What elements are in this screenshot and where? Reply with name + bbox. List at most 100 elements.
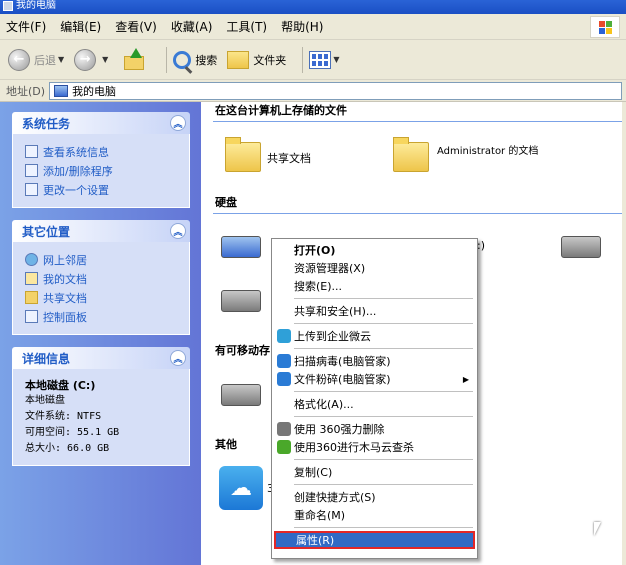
menu-item-icon (277, 372, 291, 386)
menu-bar: 文件(F) 编辑(E) 查看(V) 收藏(A) 工具(T) 帮助(H) (0, 14, 626, 40)
admin-docs-label[interactable]: Administrator 的文档 (437, 142, 557, 157)
network-places-link[interactable]: 网上邻居 (25, 250, 181, 269)
folder-icon[interactable] (225, 137, 261, 172)
context-menu-item[interactable]: 复制(C) (274, 463, 475, 481)
my-documents-link[interactable]: 我的文档 (25, 269, 181, 288)
context-menu-label: 属性(R) (296, 534, 335, 547)
my-computer-icon (3, 1, 13, 11)
window-border (622, 102, 626, 565)
programs-icon (25, 164, 38, 177)
drive-icon[interactable] (221, 290, 261, 312)
folders-button[interactable]: 文件夹 (227, 45, 286, 75)
context-menu-label: 搜索(E)... (294, 280, 343, 293)
forward-arrow-icon: → (74, 48, 97, 71)
menu-help[interactable]: 帮助(H) (281, 18, 323, 35)
menu-item-icon (277, 354, 291, 368)
section-other: 其他 (215, 438, 237, 451)
shared-documents-link[interactable]: 共享文档 (25, 288, 181, 307)
detail-total-size: 总大小: 66.0 GB (25, 443, 110, 454)
other-places-header[interactable]: 其它位置 ︽ (12, 220, 190, 242)
context-menu-item[interactable]: 创建快捷方式(S) (274, 488, 475, 506)
mouse-cursor-icon (594, 522, 601, 536)
submenu-arrow-icon: ▶ (462, 374, 469, 384)
removable-drive-icon[interactable] (221, 384, 261, 406)
detail-type: 本地磁盘 (25, 395, 65, 406)
detail-filesystem: 文件系统: NTFS (25, 411, 102, 422)
system-tasks-panel: 系统任务 ︽ 查看系统信息 添加/删除程序 更改一个设置 (12, 112, 190, 208)
context-menu-label: 上传到企业微云 (294, 330, 371, 343)
toolbar-divider (166, 46, 168, 73)
chevron-up-icon[interactable]: ︽ (170, 115, 186, 131)
control-panel-link[interactable]: 控制面板 (25, 307, 181, 326)
context-menu-item[interactable]: 打开(O) (274, 241, 475, 259)
details-header[interactable]: 详细信息 ︽ (12, 347, 190, 369)
task-pane: 系统任务 ︽ 查看系统信息 添加/删除程序 更改一个设置 其它位置 ︽ 网上邻居… (0, 102, 201, 565)
section-hard-disks: 硬盘 (213, 194, 622, 214)
folder-icon (227, 50, 250, 69)
control-panel-icon (25, 310, 38, 323)
context-menu-item[interactable]: 扫描病毒(电脑管家) (274, 352, 475, 370)
chevron-down-icon[interactable]: ▼ (58, 55, 64, 64)
search-label: 搜索 (195, 53, 218, 67)
address-label: 地址(D) (6, 84, 46, 98)
context-menu-item[interactable]: 格式化(A)... (274, 395, 475, 413)
search-button[interactable]: 搜索 (173, 45, 217, 75)
windows-logo-icon (590, 16, 620, 38)
context-menu-item[interactable]: 共享和安全(H)... (274, 302, 475, 320)
section-removable: 有可移动存 (215, 344, 270, 357)
folder-icon (25, 291, 38, 304)
context-menu-item[interactable]: 文件粉碎(电脑管家) ▶ (274, 370, 475, 388)
address-value: 我的电脑 (72, 84, 117, 98)
view-system-info-link[interactable]: 查看系统信息 (25, 142, 181, 161)
context-menu-label: 格式化(A)... (294, 398, 354, 411)
views-button[interactable]: ▼ (309, 45, 339, 75)
up-button[interactable] (118, 45, 150, 75)
control-panel-icon (25, 183, 38, 196)
drive-icon[interactable] (561, 236, 601, 258)
context-menu-item[interactable]: 上传到企业微云 (274, 327, 475, 345)
context-menu-label: 使用 360强力删除 (294, 423, 385, 436)
context-menu-label: 资源管理器(X) (294, 262, 366, 275)
search-icon (173, 50, 192, 69)
context-menu-item[interactable]: 使用 360强力删除 (274, 420, 475, 438)
chevron-up-icon[interactable]: ︽ (170, 223, 186, 239)
detail-free-space: 可用空间: 55.1 GB (25, 427, 120, 438)
context-menu-item[interactable]: 属性(R) (274, 531, 475, 549)
chevron-down-icon[interactable]: ▼ (102, 55, 108, 64)
menu-item-icon (277, 440, 291, 454)
back-label: 后退 (34, 53, 56, 67)
address-input[interactable]: 我的电脑 (49, 81, 622, 100)
folder-icon[interactable] (393, 137, 429, 172)
menu-item-icon (277, 329, 291, 343)
cloud-icon[interactable]: ☁ (219, 466, 263, 510)
shared-docs-label[interactable]: 共享文档 (267, 150, 311, 166)
back-button[interactable]: ← 后退 ▼ (8, 45, 64, 75)
menu-separator (294, 484, 473, 485)
menu-view[interactable]: 查看(V) (115, 18, 157, 35)
details-panel: 详细信息 ︽ 本地磁盘 (C:) 本地磁盘 文件系统: NTFS 可用空间: 5… (12, 347, 190, 466)
context-menu-label: 复制(C) (294, 466, 333, 479)
context-menu-item[interactable]: 使用360进行木马云查杀 (274, 438, 475, 456)
section-stored-files: 在这台计算机上存储的文件 (213, 102, 622, 122)
menu-tools[interactable]: 工具(T) (226, 18, 267, 35)
context-menu-item[interactable]: 搜索(E)... (274, 277, 475, 295)
detail-name: 本地磁盘 (C:) (25, 379, 96, 392)
menu-edit[interactable]: 编辑(E) (60, 18, 101, 35)
drive-c-icon[interactable] (221, 236, 261, 258)
context-menu-item[interactable]: 重命名(M) (274, 506, 475, 524)
chevron-up-icon[interactable]: ︽ (170, 350, 186, 366)
system-tasks-header[interactable]: 系统任务 ︽ (12, 112, 190, 134)
add-remove-programs-link[interactable]: 添加/删除程序 (25, 161, 181, 180)
drive-label-partial[interactable]: :) (477, 239, 485, 252)
back-arrow-icon: ← (8, 48, 30, 71)
menu-separator (294, 348, 473, 349)
menu-favorites[interactable]: 收藏(A) (171, 18, 213, 35)
chevron-down-icon[interactable]: ▼ (333, 55, 339, 64)
window-title: 我的电脑 (16, 0, 56, 11)
menu-file[interactable]: 文件(F) (6, 18, 46, 35)
menu-separator (294, 391, 473, 392)
context-menu-item[interactable]: 资源管理器(X) (274, 259, 475, 277)
forward-button[interactable]: → ▼ (74, 45, 108, 75)
change-setting-link[interactable]: 更改一个设置 (25, 180, 181, 199)
my-computer-icon (54, 84, 69, 97)
